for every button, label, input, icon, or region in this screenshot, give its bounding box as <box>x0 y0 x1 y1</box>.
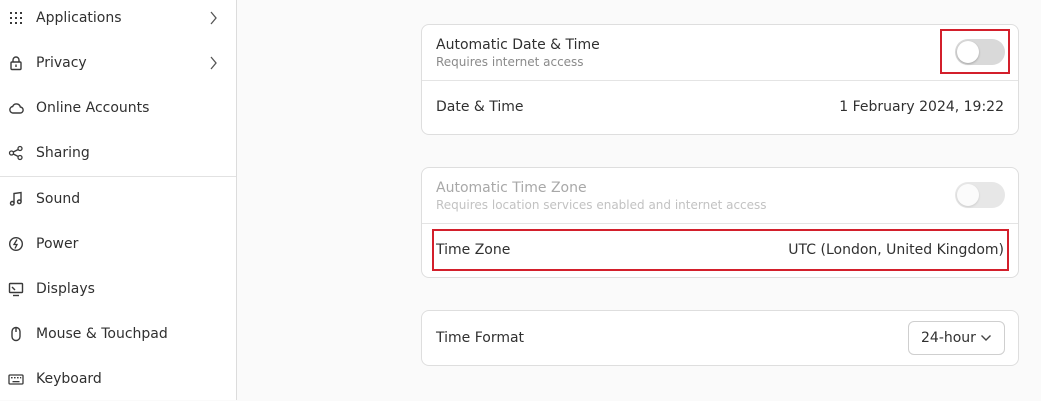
sidebar-item-applications[interactable]: Applications <box>0 0 236 40</box>
sidebar-item-sound[interactable]: Sound <box>0 177 236 221</box>
chevron-right-icon <box>210 11 217 25</box>
date-time-title: Date & Time <box>436 99 524 115</box>
sidebar-item-label: Sound <box>36 191 81 207</box>
auto-datetime-title: Automatic Date & Time <box>436 37 600 53</box>
sidebar-item-displays[interactable]: Displays <box>0 267 236 311</box>
sidebar-item-power[interactable]: Power <box>0 222 236 266</box>
time-format-title: Time Format <box>436 330 525 346</box>
sidebar-item-mouse-touchpad[interactable]: Mouse & Touchpad <box>0 312 236 356</box>
auto-timezone-subtitle: Requires location services enabled and i… <box>436 198 767 212</box>
sidebar-item-label: Privacy <box>36 55 87 71</box>
toggle-knob <box>957 41 979 63</box>
sidebar: Applications Privacy Online Accounts Sha… <box>0 0 237 400</box>
date-time-row[interactable]: Date & Time 1 February 2024, 19:22 <box>422 81 1018 134</box>
time-zone-title: Time Zone <box>436 242 511 258</box>
music-note-icon <box>7 190 25 208</box>
sidebar-item-label: Mouse & Touchpad <box>36 326 168 342</box>
grid-icon <box>7 9 25 27</box>
sidebar-item-label: Keyboard <box>36 371 102 387</box>
display-icon <box>7 280 25 298</box>
timezone-card: Automatic Time Zone Requires location se… <box>421 167 1019 278</box>
auto-timezone-title: Automatic Time Zone <box>436 180 587 196</box>
auto-datetime-row[interactable]: Automatic Date & Time Requires internet … <box>422 25 1018 80</box>
datetime-card: Automatic Date & Time Requires internet … <box>421 24 1019 135</box>
time-zone-value: UTC (London, United Kingdom) <box>788 242 1004 258</box>
lock-icon <box>7 54 25 72</box>
auto-timezone-toggle <box>955 182 1005 208</box>
chevron-right-icon <box>210 56 217 70</box>
sidebar-item-privacy[interactable]: Privacy <box>0 41 236 85</box>
time-format-row: Time Format 24-hour <box>422 311 1018 365</box>
auto-datetime-toggle[interactable] <box>955 39 1005 65</box>
sidebar-item-label: Applications <box>36 10 122 26</box>
auto-timezone-row: Automatic Time Zone Requires location se… <box>422 168 1018 223</box>
toggle-knob <box>957 184 979 206</box>
chevron-down-icon <box>981 335 991 341</box>
sidebar-item-label: Displays <box>36 281 95 297</box>
sidebar-item-online-accounts[interactable]: Online Accounts <box>0 86 236 130</box>
sidebar-item-sharing[interactable]: Sharing <box>0 131 236 175</box>
sidebar-item-label: Sharing <box>36 145 90 161</box>
mouse-icon <box>7 325 25 343</box>
time-format-selected: 24-hour <box>921 330 976 346</box>
time-format-dropdown[interactable]: 24-hour <box>908 321 1005 355</box>
sidebar-item-label: Power <box>36 236 79 252</box>
keyboard-icon <box>7 370 25 388</box>
power-icon <box>7 235 25 253</box>
format-card: Time Format 24-hour <box>421 310 1019 366</box>
cloud-icon <box>7 99 25 117</box>
share-icon <box>7 144 25 162</box>
sidebar-item-keyboard[interactable]: Keyboard <box>0 357 236 401</box>
auto-datetime-subtitle: Requires internet access <box>436 55 584 69</box>
time-zone-row[interactable]: Time Zone UTC (London, United Kingdom) <box>422 224 1018 277</box>
sidebar-item-label: Online Accounts <box>36 100 150 116</box>
date-time-value: 1 February 2024, 19:22 <box>839 99 1004 115</box>
